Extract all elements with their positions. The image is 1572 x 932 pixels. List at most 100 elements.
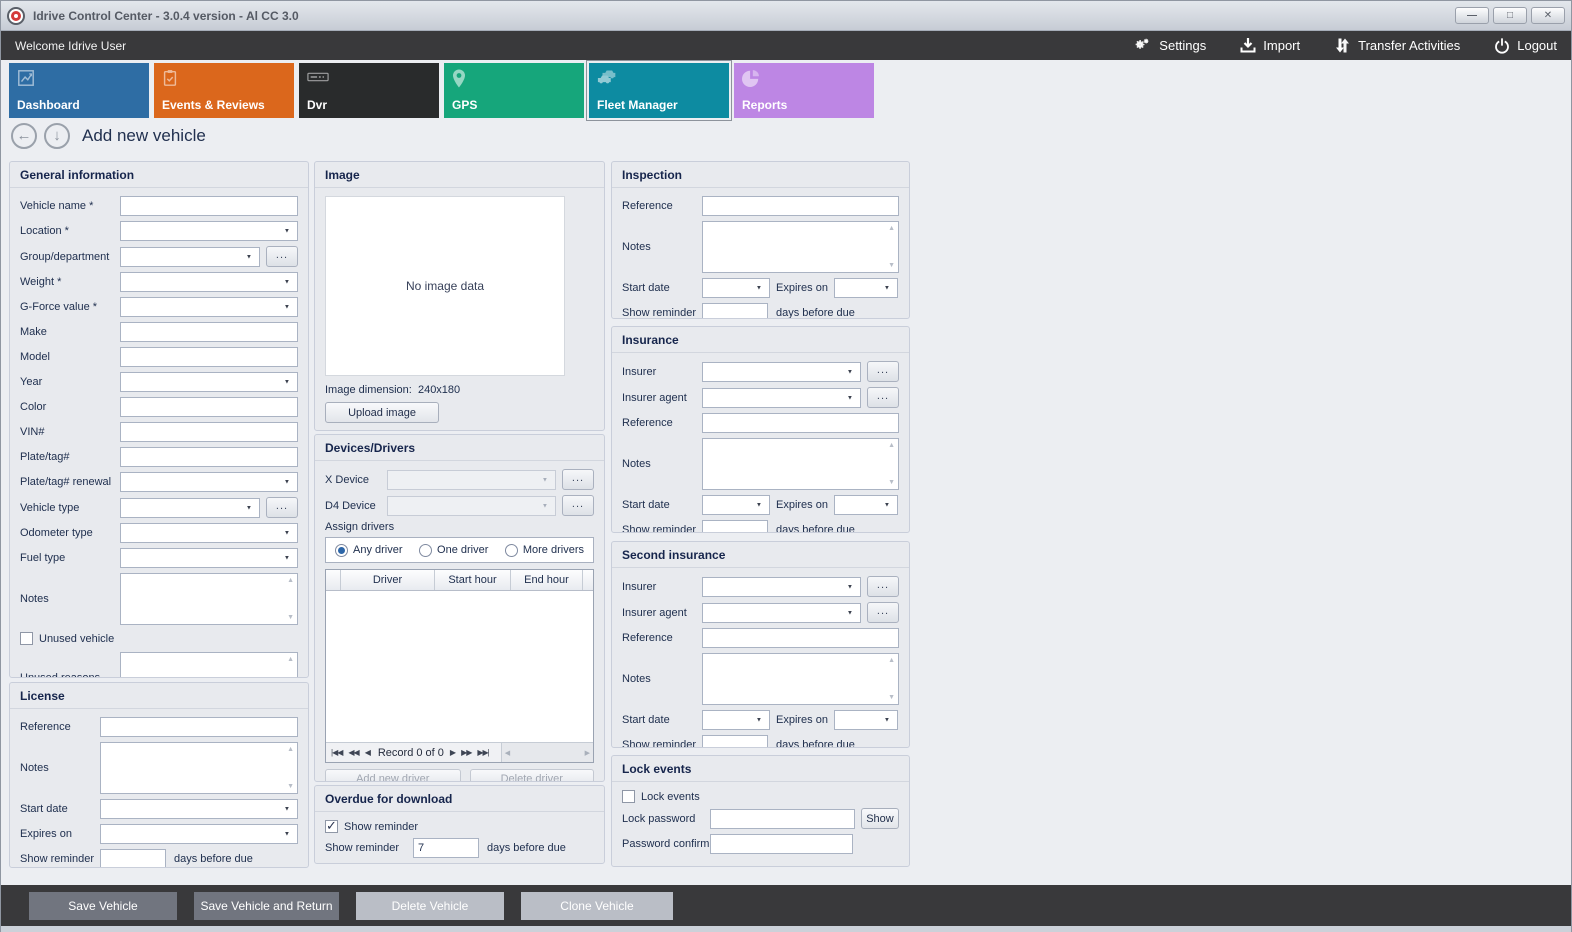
weight-select[interactable]	[120, 272, 298, 292]
start-hour-column-header[interactable]: Start hour	[435, 570, 511, 590]
scroll-left-icon[interactable]: ◀	[505, 749, 510, 757]
insurance-reference-input[interactable]	[702, 413, 899, 433]
clone-vehicle-button[interactable]: Clone Vehicle	[521, 892, 673, 920]
notes-textarea[interactable]: ▲▼	[120, 573, 298, 625]
show-reminder-checkbox[interactable]	[325, 820, 338, 833]
color-input[interactable]	[120, 397, 298, 417]
tab-reports[interactable]: Reports	[734, 63, 874, 118]
next-page-icon[interactable]: ▶▶	[461, 748, 471, 757]
save-vehicle-button[interactable]: Save Vehicle	[29, 892, 177, 920]
make-label: Make	[20, 326, 120, 338]
plate-tag-renewal-select[interactable]	[120, 472, 298, 492]
scroll-down-icon: ▼	[888, 262, 895, 269]
x-device-browse-button[interactable]: ...	[562, 469, 594, 490]
radio-more-drivers[interactable]: More drivers	[505, 544, 584, 557]
prev-page-icon[interactable]: ◀◀	[348, 748, 358, 757]
model-input[interactable]	[120, 347, 298, 367]
password-confirm-input[interactable]	[710, 834, 853, 854]
end-hour-column-header[interactable]: End hour	[511, 570, 583, 590]
unused-reasons-textarea[interactable]: ▲▼	[120, 652, 298, 678]
lock-events-checkbox[interactable]	[622, 790, 635, 803]
vehicle-type-browse-button[interactable]: ...	[266, 497, 298, 518]
insurance-start-date-select[interactable]	[702, 495, 770, 515]
second-insurer-select[interactable]	[702, 577, 861, 597]
save-vehicle-and-return-button[interactable]: Save Vehicle and Return	[194, 892, 339, 920]
insurer-browse-button[interactable]: ...	[867, 361, 899, 382]
minimize-button[interactable]: —	[1455, 7, 1489, 24]
horizontal-scrollbar[interactable]: ◀ ▶	[501, 743, 593, 762]
license-notes-textarea[interactable]: ▲▼	[100, 742, 298, 794]
second-insurer-agent-select[interactable]	[702, 603, 861, 623]
license-start-date-select[interactable]	[100, 799, 298, 819]
panel-title: Inspection	[612, 162, 909, 188]
second-insurance-start-date-select[interactable]	[702, 710, 770, 730]
second-insurer-browse-button[interactable]: ...	[867, 576, 899, 597]
tab-events-reviews[interactable]: Events & Reviews	[154, 63, 294, 118]
show-password-button[interactable]: Show	[861, 808, 899, 829]
fuel-type-select[interactable]	[120, 548, 298, 568]
unused-vehicle-checkbox[interactable]	[20, 632, 33, 645]
maximize-button[interactable]: □	[1493, 7, 1527, 24]
license-expires-on-label: Expires on	[20, 828, 100, 840]
vehicle-type-select[interactable]	[120, 498, 260, 518]
logout-button[interactable]: Logout	[1494, 38, 1557, 54]
inspection-notes-textarea[interactable]: ▲▼	[702, 221, 899, 273]
x-device-select[interactable]	[387, 470, 556, 490]
d4-device-browse-button[interactable]: ...	[562, 495, 594, 516]
first-record-icon[interactable]: |◀◀	[331, 748, 342, 757]
close-button[interactable]: ✕	[1531, 7, 1565, 24]
delete-vehicle-button[interactable]: Delete Vehicle	[356, 892, 504, 920]
tab-fleet-manager[interactable]: Fleet Manager	[589, 63, 729, 118]
inspection-show-reminder-input[interactable]	[702, 303, 768, 319]
insurer-agent-browse-button[interactable]: ...	[867, 387, 899, 408]
back-arrow-button[interactable]: ←	[11, 123, 37, 149]
vehicle-name-input[interactable]	[120, 196, 298, 216]
second-insurance-show-reminder-input[interactable]	[702, 735, 768, 748]
license-show-reminder-input[interactable]	[100, 849, 166, 868]
last-record-icon[interactable]: ▶▶|	[477, 748, 488, 757]
plate-tag-input[interactable]	[120, 447, 298, 467]
radio-any-driver[interactable]: Any driver	[335, 544, 403, 557]
overdue-show-reminder-input[interactable]	[413, 838, 479, 858]
g-force-select[interactable]	[120, 297, 298, 317]
insurance-notes-textarea[interactable]: ▲▼	[702, 438, 899, 490]
group-department-select[interactable]	[120, 247, 260, 267]
insurer-agent-select[interactable]	[702, 388, 861, 408]
tab-gps[interactable]: GPS	[444, 63, 584, 118]
insurer-select[interactable]	[702, 362, 861, 382]
scroll-right-icon[interactable]: ▶	[585, 749, 590, 757]
insurance-expires-on-select[interactable]	[834, 495, 898, 515]
vin-input[interactable]	[120, 422, 298, 442]
second-insurer-agent-browse-button[interactable]: ...	[867, 602, 899, 623]
settings-button[interactable]: Settings	[1132, 37, 1206, 55]
insurance-show-reminder-input[interactable]	[702, 520, 768, 533]
tab-dvr[interactable]: Dvr	[299, 63, 439, 118]
delete-driver-button[interactable]: Delete driver	[470, 769, 595, 782]
odometer-type-label: Odometer type	[20, 527, 120, 539]
location-select[interactable]	[120, 221, 298, 241]
lock-password-input[interactable]	[710, 809, 855, 829]
inspection-start-date-select[interactable]	[702, 278, 770, 298]
inspection-expires-on-select[interactable]	[834, 278, 898, 298]
d4-device-select[interactable]	[387, 496, 556, 516]
odometer-type-select[interactable]	[120, 523, 298, 543]
add-new-driver-button[interactable]: Add new driver	[325, 769, 461, 782]
transfer-activities-button[interactable]: Transfer Activities	[1334, 37, 1460, 54]
group-department-browse-button[interactable]: ...	[266, 246, 298, 267]
license-reference-input[interactable]	[100, 717, 298, 737]
second-insurance-reference-input[interactable]	[702, 628, 899, 648]
inspection-reference-input[interactable]	[702, 196, 899, 216]
import-button[interactable]: Import	[1240, 37, 1300, 54]
radio-one-driver[interactable]: One driver	[419, 544, 488, 557]
license-expires-on-select[interactable]	[100, 824, 298, 844]
upload-image-button[interactable]: Upload image	[325, 402, 439, 423]
prev-record-icon[interactable]: ◀	[365, 748, 370, 757]
down-arrow-button[interactable]: ↓	[44, 123, 70, 149]
second-insurance-notes-textarea[interactable]: ▲▼	[702, 653, 899, 705]
driver-column-header[interactable]: Driver	[341, 570, 435, 590]
year-select[interactable]	[120, 372, 298, 392]
next-record-icon[interactable]: ▶	[450, 748, 455, 757]
second-insurance-expires-on-select[interactable]	[834, 710, 898, 730]
tab-dashboard[interactable]: Dashboard	[9, 63, 149, 118]
make-input[interactable]	[120, 322, 298, 342]
